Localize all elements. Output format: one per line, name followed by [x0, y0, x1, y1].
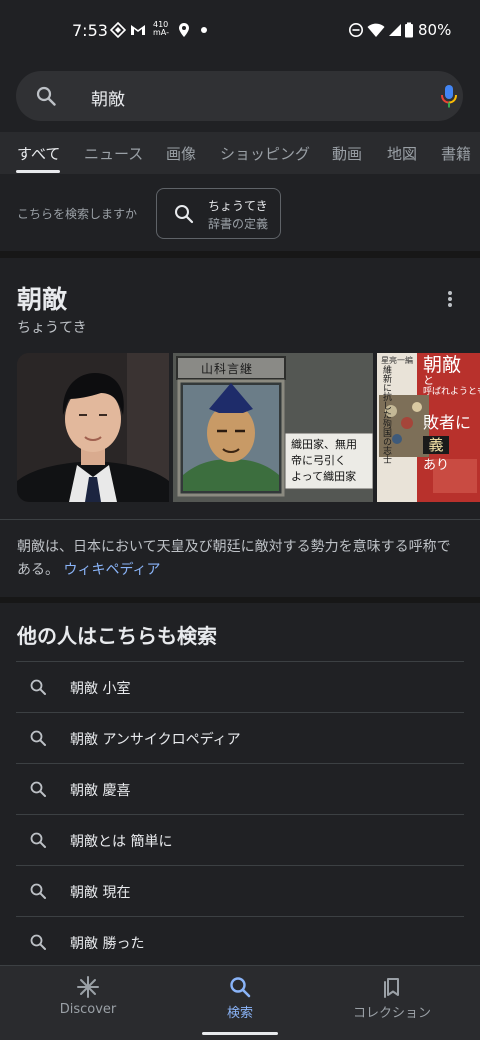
tab-videos[interactable]: 動画: [332, 143, 362, 164]
asterisk-icon: [77, 976, 99, 998]
tab-images[interactable]: 画像: [166, 143, 196, 164]
related-search-item[interactable]: 朝敵とは 簡単に: [16, 814, 464, 865]
nav-collections[interactable]: コレクション: [312, 966, 472, 1040]
related-search-label: 朝敵 小室: [70, 681, 131, 697]
notification-dot-icon: [201, 27, 207, 33]
tab-books[interactable]: 書籍: [441, 143, 471, 164]
tab-shopping[interactable]: ショッピング: [220, 143, 310, 164]
more-options-icon[interactable]: [442, 290, 458, 308]
tab-maps[interactable]: 地図: [387, 143, 417, 164]
signal-icon: [389, 24, 401, 36]
tab-news[interactable]: ニュース: [84, 143, 143, 164]
knowledge-panel-description: 朝敵は、日本において天皇及び朝廷に敵対する勢力を意味する呼称である。 ウィキペデ…: [17, 539, 451, 578]
related-search-item[interactable]: 朝敵 小室: [16, 661, 464, 712]
do-not-disturb-icon: [349, 23, 363, 37]
mic-icon[interactable]: [440, 84, 458, 110]
dictionary-suggestion-chip[interactable]: ちょうてき 辞書の定義: [156, 188, 281, 239]
knowledge-panel-reading: ちょうてき: [17, 320, 87, 336]
nav-search[interactable]: 検索: [160, 966, 320, 1040]
related-search-item[interactable]: 朝敵 アンサイクロペディア: [16, 712, 464, 763]
search-input[interactable]: 朝敵: [91, 85, 125, 110]
knowledge-panel-separator: [0, 519, 480, 520]
nav-search-label: 検索: [226, 1006, 253, 1021]
people-also-search-title: 他の人はこちらも検索: [17, 624, 217, 648]
wifi-icon: [367, 23, 385, 37]
gmail-icon: [131, 25, 145, 35]
status-time: 7:53: [72, 21, 108, 40]
section-divider: [0, 597, 480, 603]
book-cover-thumbnail[interactable]: 星亮一編 維新に抗した殉国の志士 朝敵 と 呼ばれようとも 敗者に 義 あり: [377, 353, 480, 502]
suggestion-reading: ちょうてき: [208, 199, 268, 213]
wikipedia-link[interactable]: ウィキペディア: [63, 562, 160, 578]
people-also-search-list: 朝敵 小室 朝敵 アンサイクロペディア 朝敵 慶喜 朝敵とは 簡単に 朝敵 現在…: [16, 661, 464, 967]
active-tab-indicator: [16, 170, 60, 173]
image-carousel[interactable]: 山科言継 織田家、無用 帝に弓引く よって織田家 星亮一編 維新に抗した殉国の志…: [17, 353, 480, 502]
portrait-photo-thumbnail[interactable]: [17, 353, 169, 502]
tab-all[interactable]: すべて: [17, 143, 60, 164]
game-portrait-thumbnail[interactable]: 山科言継 織田家、無用 帝に弓引く よって織田家: [173, 353, 373, 502]
nav-discover-label: Discover: [59, 1002, 117, 1017]
search-bar[interactable]: 朝敵: [16, 71, 463, 121]
search-icon: [30, 781, 46, 797]
gesture-home-indicator[interactable]: [202, 1032, 278, 1035]
status-bar: 7:53 410 mA- 80%: [0, 0, 480, 62]
vpn-icon: [110, 22, 126, 38]
data-rate-indicator: 410 mA-: [153, 20, 169, 37]
battery-percent: 80%: [418, 21, 452, 39]
related-search-item[interactable]: 朝敵 勝った: [16, 916, 464, 967]
related-search-item[interactable]: 朝敵 現在: [16, 865, 464, 916]
knowledge-panel-title: 朝敵: [17, 285, 68, 314]
search-icon: [30, 832, 46, 848]
bottom-navigation: Discover 検索 コレクション: [0, 965, 480, 1040]
book-subtitle: 維新に抗した殉国の志士: [381, 365, 391, 464]
location-icon: [179, 23, 189, 37]
did-you-mean-label: こちらを検索しますか: [17, 207, 138, 221]
bookmarks-icon: [384, 978, 399, 998]
search-icon[interactable]: [36, 86, 56, 106]
related-search-label: 朝敵 勝った: [70, 936, 145, 952]
search-icon: [175, 205, 194, 224]
search-tabs: すべて ニュース 画像 ショッピング 動画 地図 書籍: [0, 132, 480, 174]
game-name-plate: 山科言継: [201, 362, 254, 376]
section-divider: [0, 251, 480, 258]
related-search-label: 朝敵 アンサイクロペディア: [70, 732, 241, 748]
battery-icon: [405, 22, 413, 38]
search-icon: [30, 934, 46, 950]
nav-discover[interactable]: Discover: [8, 966, 168, 1040]
search-icon: [30, 730, 46, 746]
search-icon: [30, 679, 46, 695]
search-icon: [230, 977, 251, 998]
google-search-page: 7:53 410 mA- 80% 朝敵 すべて ニュース 画像 ショッピング 動…: [0, 0, 480, 1040]
book-title: 朝敵 と 呼ばれようとも 敗者に 義 あり: [423, 354, 480, 473]
related-search-label: 朝敵 慶喜: [70, 783, 131, 799]
search-icon: [30, 883, 46, 899]
suggestion-subtitle: 辞書の定義: [208, 217, 269, 231]
game-dialog-text: 織田家、無用 帝に弓引く よって織田家: [291, 438, 357, 483]
nav-collections-label: コレクション: [352, 1006, 431, 1021]
related-search-label: 朝敵とは 簡単に: [70, 834, 173, 850]
related-search-item[interactable]: 朝敵 慶喜: [16, 763, 464, 814]
related-search-label: 朝敵 現在: [70, 885, 131, 901]
